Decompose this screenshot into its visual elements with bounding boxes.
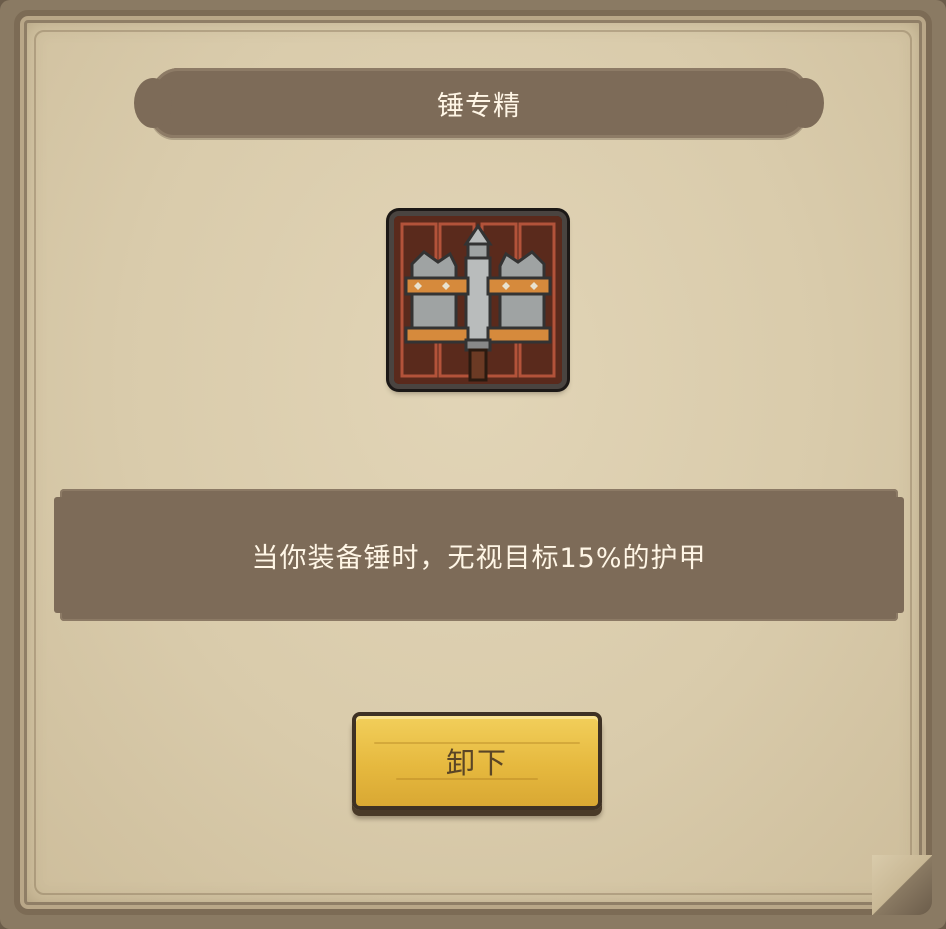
description-box: 当你装备锤时，无视目标15%的护甲 xyxy=(54,489,904,621)
hammer-mastery-icon xyxy=(389,211,567,389)
skill-description: 当你装备锤时，无视目标15%的护甲 xyxy=(251,542,707,574)
unequip-button[interactable]: 卸下 xyxy=(352,712,602,810)
unequip-button-label: 卸下 xyxy=(445,746,508,780)
skill-detail-panel: 锤专精 当你装备锤时，无视目标15%的护甲 卸下 xyxy=(14,10,932,915)
title-banner: 锤专精 xyxy=(134,68,824,138)
page-corner-curl xyxy=(872,855,932,915)
dialog-title: 锤专精 xyxy=(437,90,521,122)
dialog-frame: 锤专精 当你装备锤时，无视目标15%的护甲 卸下 xyxy=(0,0,946,929)
